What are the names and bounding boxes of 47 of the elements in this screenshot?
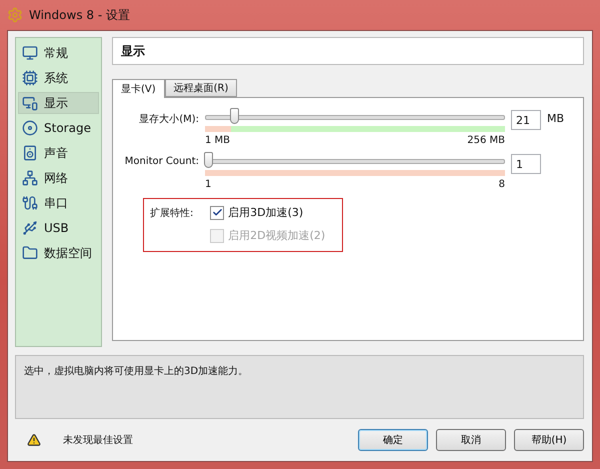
monitor-icon: [22, 45, 38, 61]
slider-thumb[interactable]: [204, 152, 213, 168]
slider[interactable]: [205, 110, 505, 124]
tab[interactable]: 显卡(V): [112, 79, 165, 98]
checkbox[interactable]: [210, 206, 224, 220]
sidebar-item[interactable]: 网络: [18, 167, 99, 189]
sidebar-item[interactable]: 数据空间: [18, 242, 99, 264]
usb-icon: [22, 220, 38, 236]
network-icon: [22, 170, 38, 186]
gear-icon: [7, 7, 23, 23]
dialog-button[interactable]: 帮助(H): [514, 429, 584, 451]
slider-label: 显存大小(M):: [138, 112, 199, 126]
sidebar-item[interactable]: USB: [18, 217, 99, 239]
scale-max: 8: [498, 179, 505, 190]
slider-label: Monitor Count:: [124, 155, 199, 167]
window-title: Windows 8 - 设置: [29, 6, 130, 24]
sidebar-item[interactable]: 常规: [18, 42, 99, 64]
dialog-button[interactable]: 确定: [358, 429, 428, 451]
cable-icon: [22, 195, 38, 211]
value-field[interactable]: 21: [511, 110, 541, 130]
value-field[interactable]: 1: [511, 154, 541, 174]
scale-min: 1: [205, 179, 212, 190]
features-label: 扩展特性:: [150, 206, 194, 220]
speaker-icon: [22, 145, 38, 161]
scale-max: 256 MB: [467, 135, 505, 146]
dialog-button[interactable]: 取消: [436, 429, 506, 451]
tab[interactable]: 远程桌面(R): [164, 79, 238, 97]
unit-label: MB: [547, 111, 566, 125]
warning-text: 未发现最佳设置: [63, 434, 134, 447]
sidebar-item[interactable]: 系统: [18, 67, 99, 89]
sidebar-item[interactable]: 显示: [18, 92, 99, 114]
warning-icon: [27, 433, 41, 447]
slider[interactable]: [205, 154, 505, 168]
chip-icon: [22, 70, 38, 86]
sidebar-item[interactable]: 串口: [18, 192, 99, 214]
sidebar-item[interactable]: Storage: [18, 117, 99, 139]
sidebar-item[interactable]: 声音: [18, 142, 99, 164]
slider-thumb[interactable]: [230, 108, 240, 124]
description-text: 选中，虚拟电脑内将可使用显卡上的3D加速能力。: [15, 355, 584, 419]
disc-icon: [22, 120, 38, 136]
page-title: 显示: [112, 37, 584, 65]
folder-icon: [22, 245, 38, 261]
monitor-icon: [22, 95, 38, 111]
checkbox-label[interactable]: 启用3D加速(3): [228, 205, 304, 220]
check-icon: [212, 207, 223, 218]
scale-low-zone: [205, 126, 232, 132]
scale-min: 1 MB: [205, 135, 230, 146]
